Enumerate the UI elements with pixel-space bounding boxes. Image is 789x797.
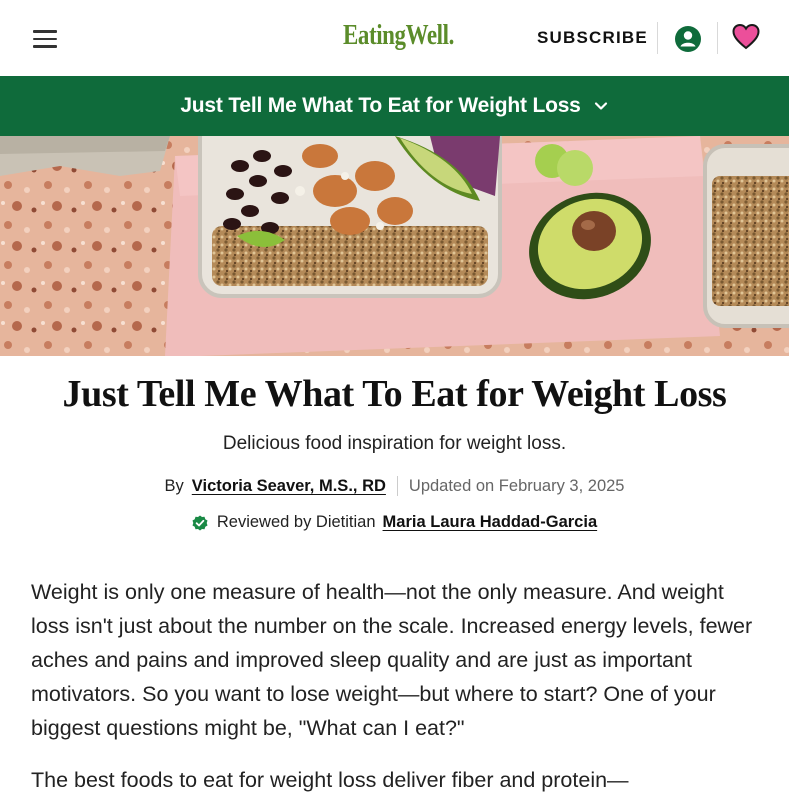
menu-icon[interactable] — [33, 30, 57, 48]
hero-food-illustration — [0, 136, 789, 356]
reviewed-label: Reviewed by Dietitian — [216, 513, 376, 531]
reviewer-link[interactable]: Maria Laura Haddad-Garcia — [383, 513, 598, 532]
article-paragraph: The best foods to eat for weight loss de… — [31, 768, 629, 792]
topic-banner[interactable]: Just Tell Me What To Eat for Weight Loss — [0, 76, 789, 136]
heart-icon[interactable] — [732, 23, 760, 51]
banner-title[interactable]: Just Tell Me What To Eat for Weight Loss — [180, 94, 581, 118]
verified-check-icon — [192, 515, 208, 530]
article-subtitle: Delicious food inspiration for weight lo… — [222, 433, 567, 454]
author-link[interactable]: Victoria Seaver, M.S., RD — [192, 477, 386, 496]
review-line: Reviewed by Dietitian Maria Laura Haddad… — [0, 513, 789, 532]
chevron-down-icon[interactable] — [593, 98, 609, 114]
article-title: Just Tell Me What To Eat for Weight Loss — [62, 373, 727, 415]
site-header: EatingWell. SUBSCRIBE — [0, 0, 789, 77]
header-divider — [717, 22, 718, 54]
byline: By Victoria Seaver, M.S., RD Updated on … — [0, 476, 789, 496]
by-label: By — [164, 476, 184, 495]
account-icon[interactable] — [674, 25, 702, 53]
article-paragraph: Weight is only one measure of health—not… — [31, 580, 753, 740]
site-logo[interactable]: EatingWell. — [343, 20, 454, 52]
byline-divider — [396, 476, 398, 496]
updated-date: Updated on February 3, 2025 — [408, 476, 625, 495]
header-divider — [657, 22, 658, 54]
subscribe-button[interactable]: SUBSCRIBE — [537, 28, 648, 48]
hero-image — [0, 136, 789, 356]
